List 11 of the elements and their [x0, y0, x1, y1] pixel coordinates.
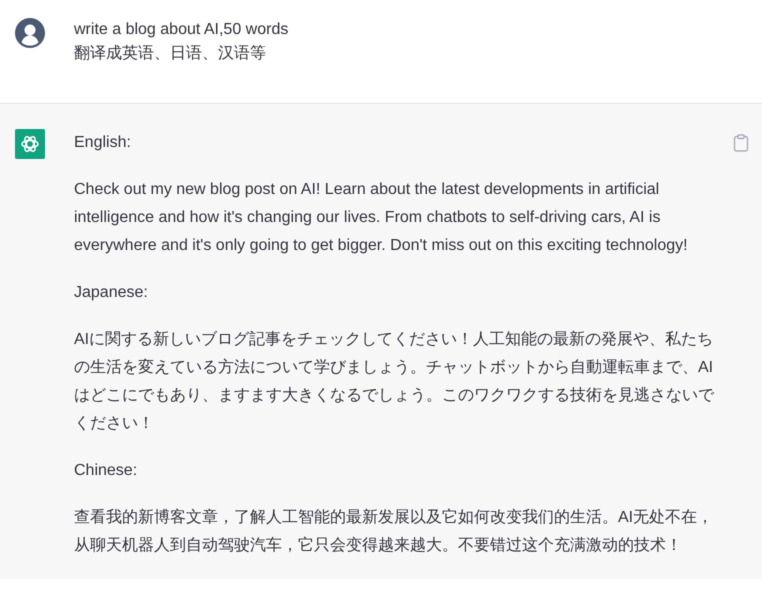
assistant-logo-icon: [15, 129, 45, 159]
reply-paragraph: 查看我的新博客文章，了解人工智能的最新发展以及它如何改变我们的生活。AI无处不在，从聊天机器人到自动驾驶汽车，它只会变得越来越大。不要错过这个充满激动的技术！: [74, 508, 714, 556]
prompt-text: 翻译成英语、日语、汉语等: [74, 44, 267, 64]
prompt-text: write a blog about AI,50 words: [74, 20, 290, 40]
reply-paragraph: Check out my new blog post on AI! Learn about the latest developments in artificial intelligence and how it's changing our lives. From chatbots to self-driving cars, AI is everywhere and it's only going to get bigger. Don't miss out on this exciting technology!: [74, 180, 689, 256]
reply-paragraph: AIに関する新しいブログ記事をチェックしてください！人工知能の最新の発展や、私たちの生活を変えている方法について学びましょう。チャットボットから自動運転車まで、AIはどこにでもあり、ますます大きくなるでしょう。このワクワクする技術を見逃さないでください！: [74, 330, 715, 434]
section-heading: Chinese:: [74, 461, 138, 481]
section-heading: Japanese:: [74, 283, 149, 303]
clipboard-icon[interactable]: [733, 134, 749, 152]
section-heading: English:: [74, 133, 132, 153]
user-avatar-icon: [15, 18, 45, 48]
